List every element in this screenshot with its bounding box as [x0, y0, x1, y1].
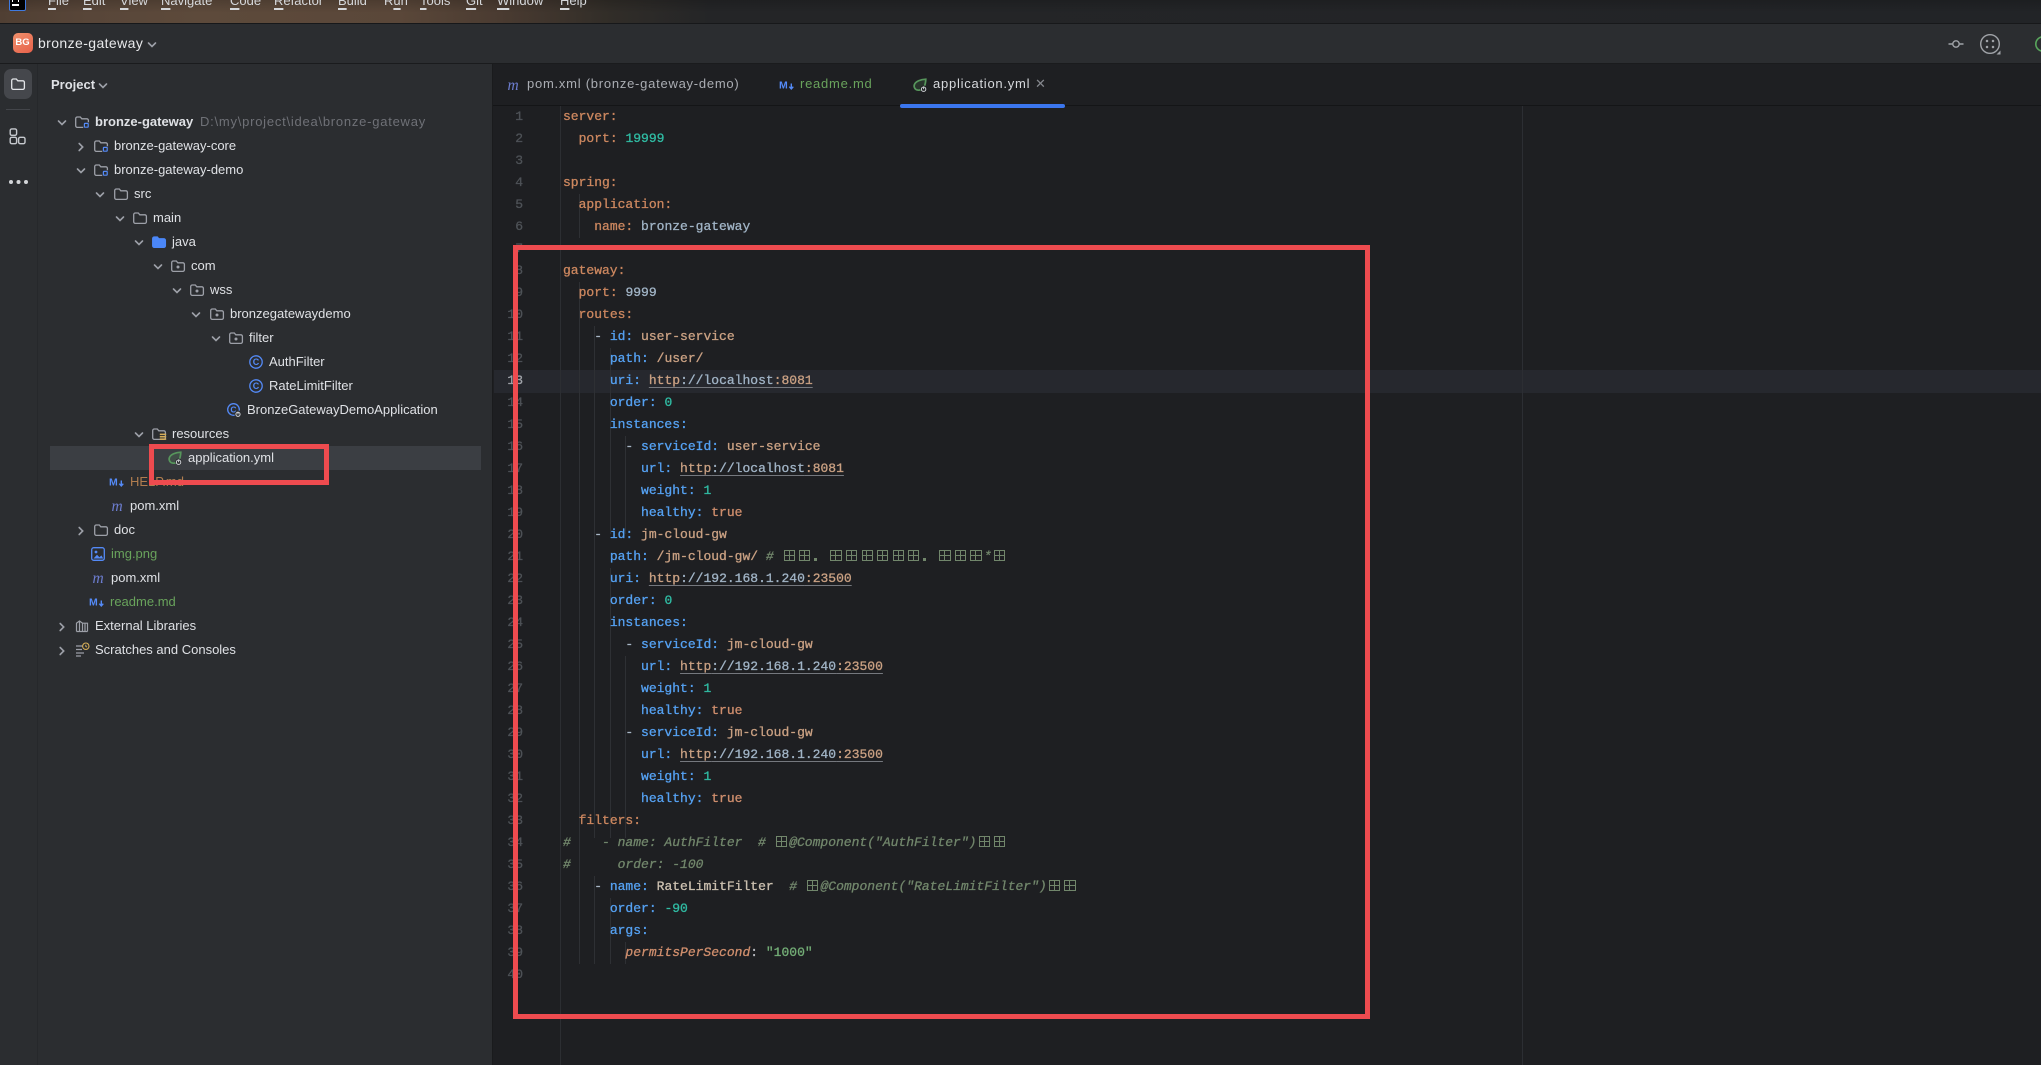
- svg-text:m: m: [508, 77, 519, 93]
- svg-text:M: M: [779, 80, 788, 92]
- svg-text:m: m: [93, 570, 104, 586]
- svg-text:M: M: [109, 477, 118, 489]
- svg-text:M: M: [89, 597, 98, 609]
- svg-text:m: m: [112, 498, 123, 514]
- svg-text:C: C: [253, 357, 260, 367]
- svg-text:C: C: [253, 381, 260, 391]
